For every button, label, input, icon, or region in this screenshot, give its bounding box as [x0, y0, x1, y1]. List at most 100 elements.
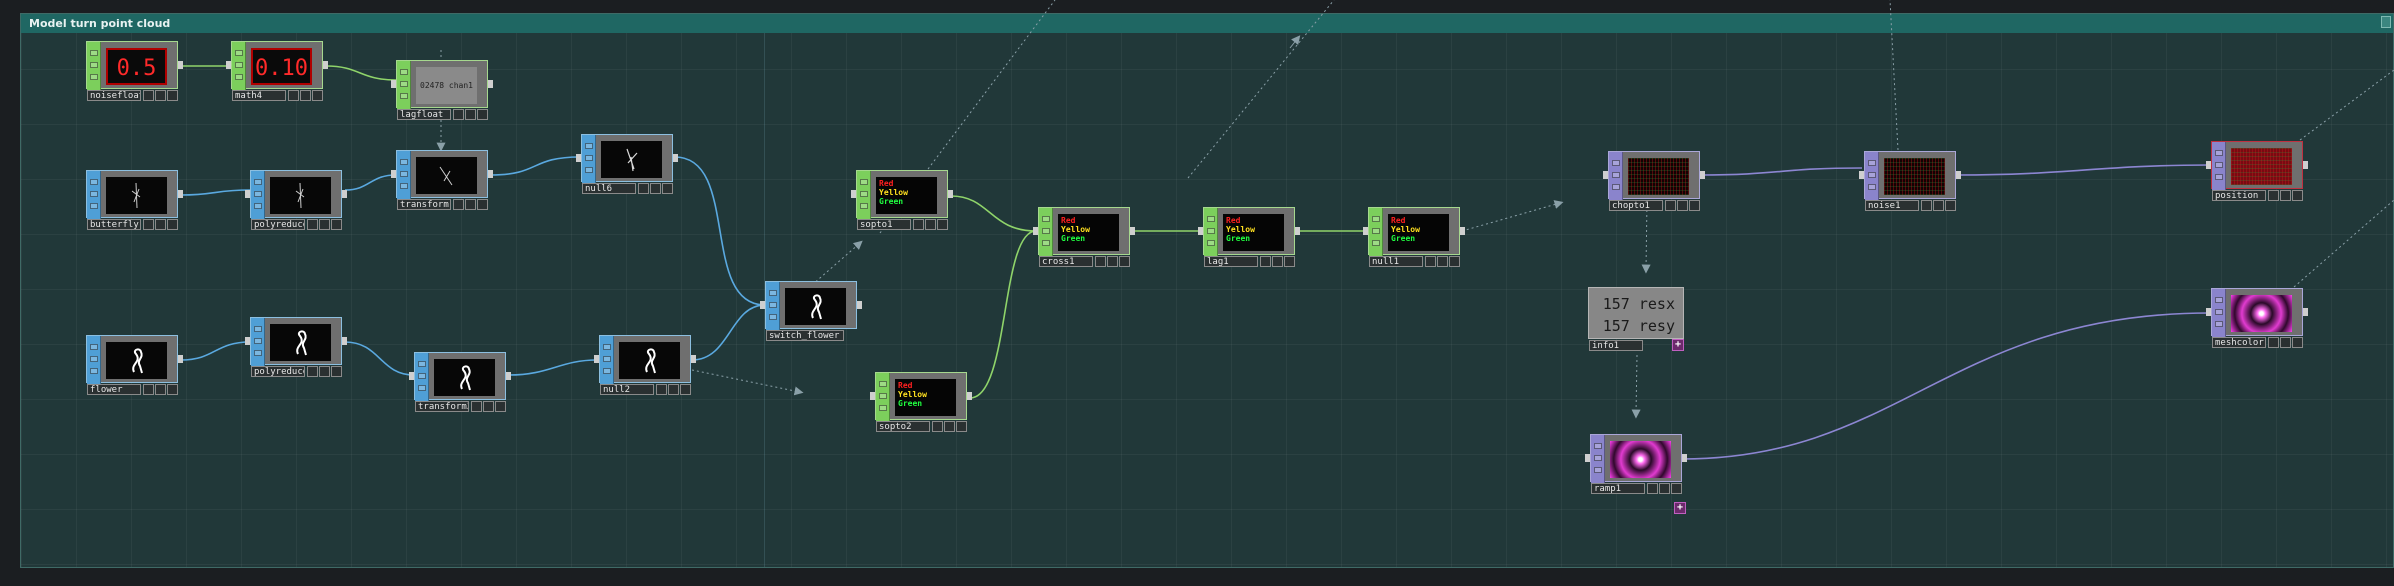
- output-connector[interactable]: [1460, 227, 1465, 235]
- node-label[interactable]: transform3: [415, 401, 469, 412]
- node-label[interactable]: polyreduce: [251, 219, 305, 230]
- node-body[interactable]: 02478 chan1: [396, 60, 488, 109]
- render-flag-icon[interactable]: [1689, 200, 1700, 211]
- viewer-flag-icon[interactable]: [1921, 200, 1932, 211]
- node-label[interactable]: chopto1: [1609, 200, 1663, 211]
- input-connector[interactable]: [245, 337, 250, 345]
- display-flag-icon[interactable]: [668, 384, 679, 395]
- node-body[interactable]: Red Yellow Green: [1038, 207, 1130, 256]
- node-body[interactable]: [581, 134, 673, 183]
- info-table[interactable]: 157 resx 157 resy: [1588, 287, 1684, 339]
- render-flag-icon[interactable]: [937, 219, 948, 230]
- node-label[interactable]: null2: [600, 384, 654, 395]
- network-pane[interactable]: Model turn point cloud: [20, 13, 2394, 568]
- render-flag-icon[interactable]: [477, 199, 488, 210]
- output-connector[interactable]: [178, 61, 183, 69]
- output-connector[interactable]: [691, 355, 696, 363]
- viewer-flag-icon[interactable]: [1665, 200, 1676, 211]
- display-flag-icon[interactable]: [650, 183, 661, 194]
- node-label[interactable]: math4: [232, 90, 286, 101]
- output-connector[interactable]: [178, 355, 183, 363]
- node-label[interactable]: switch_flower: [766, 330, 844, 341]
- viewer-flag-icon[interactable]: [288, 90, 299, 101]
- display-flag-icon[interactable]: [944, 421, 955, 432]
- input-connector[interactable]: [226, 61, 231, 69]
- render-flag-icon[interactable]: [2292, 190, 2303, 201]
- render-flag-icon[interactable]: [1119, 256, 1130, 267]
- node-label[interactable]: polyreduce2: [251, 366, 305, 377]
- render-flag-icon[interactable]: [331, 366, 342, 377]
- network-editor[interactable]: Model turn point cloud 0.5 noisefloat 0.…: [0, 0, 2394, 586]
- render-flag-icon[interactable]: [1671, 483, 1682, 494]
- input-connector[interactable]: [2206, 161, 2211, 169]
- input-connector[interactable]: [760, 301, 765, 309]
- display-flag-icon[interactable]: [319, 219, 330, 230]
- output-connector[interactable]: [857, 301, 862, 309]
- input-connector[interactable]: [1859, 171, 1864, 179]
- node-label[interactable]: info1: [1589, 340, 1643, 351]
- display-flag-icon[interactable]: [465, 109, 476, 120]
- viewer-flag-icon[interactable]: [1647, 483, 1658, 494]
- node-label[interactable]: noisefloat: [87, 90, 141, 101]
- node-body[interactable]: [396, 150, 488, 199]
- node-body[interactable]: [250, 170, 342, 219]
- input-connector[interactable]: [391, 170, 396, 178]
- input-connector[interactable]: [594, 355, 599, 363]
- node-label[interactable]: flower: [87, 384, 141, 395]
- node-body[interactable]: [2211, 288, 2303, 337]
- display-flag-icon[interactable]: [1659, 483, 1670, 494]
- node-body[interactable]: [599, 335, 691, 384]
- node-body[interactable]: [86, 170, 178, 219]
- input-connector[interactable]: [2206, 308, 2211, 316]
- viewer-flag-icon[interactable]: [143, 90, 154, 101]
- input-connector[interactable]: [851, 190, 856, 198]
- viewer-flag-icon[interactable]: [913, 219, 924, 230]
- output-connector[interactable]: [2303, 161, 2308, 169]
- node-body[interactable]: Red Yellow Green: [875, 372, 967, 421]
- output-connector[interactable]: [948, 190, 953, 198]
- output-connector[interactable]: [1682, 454, 1687, 462]
- display-flag-icon[interactable]: [1677, 200, 1688, 211]
- node-body[interactable]: [1590, 434, 1682, 483]
- display-flag-icon[interactable]: [155, 384, 166, 395]
- render-flag-icon[interactable]: [2292, 337, 2303, 348]
- input-connector[interactable]: [409, 372, 414, 380]
- render-flag-icon[interactable]: [1945, 200, 1956, 211]
- viewer-flag-icon[interactable]: [1425, 256, 1436, 267]
- viewer-flag-icon[interactable]: [453, 109, 464, 120]
- node-label[interactable]: meshcolor: [2212, 337, 2266, 348]
- node-label[interactable]: noise1: [1865, 200, 1919, 211]
- input-connector[interactable]: [1198, 227, 1203, 235]
- output-connector[interactable]: [967, 392, 972, 400]
- input-connector[interactable]: [870, 392, 875, 400]
- add-output-button[interactable]: +: [1672, 339, 1684, 351]
- input-connector[interactable]: [1603, 171, 1608, 179]
- output-connector[interactable]: [506, 372, 511, 380]
- node-body[interactable]: [2211, 141, 2303, 190]
- node-label[interactable]: position: [2212, 190, 2266, 201]
- output-connector[interactable]: [342, 337, 347, 345]
- viewer-flag-icon[interactable]: [1095, 256, 1106, 267]
- display-flag-icon[interactable]: [465, 199, 476, 210]
- viewer-flag-icon[interactable]: [143, 384, 154, 395]
- render-flag-icon[interactable]: [956, 421, 967, 432]
- render-flag-icon[interactable]: [167, 384, 178, 395]
- output-connector[interactable]: [488, 80, 493, 88]
- node-body[interactable]: [765, 281, 857, 330]
- viewer-flag-icon[interactable]: [932, 421, 943, 432]
- maximize-icon[interactable]: [2381, 16, 2391, 28]
- render-flag-icon[interactable]: [662, 183, 673, 194]
- output-connector[interactable]: [488, 170, 493, 178]
- node-label[interactable]: lagfloat: [397, 109, 451, 120]
- render-flag-icon[interactable]: [680, 384, 691, 395]
- display-flag-icon[interactable]: [155, 219, 166, 230]
- node-body[interactable]: 0.10: [231, 41, 323, 90]
- node-label[interactable]: ramp1: [1591, 483, 1645, 494]
- output-connector[interactable]: [1700, 171, 1705, 179]
- node-body[interactable]: [250, 317, 342, 366]
- node-body[interactable]: Red Yellow Green: [1368, 207, 1460, 256]
- output-connector[interactable]: [2303, 308, 2308, 316]
- node-body[interactable]: 0.5: [86, 41, 178, 90]
- node-label[interactable]: sopto1: [857, 219, 911, 230]
- viewer-flag-icon[interactable]: [453, 199, 464, 210]
